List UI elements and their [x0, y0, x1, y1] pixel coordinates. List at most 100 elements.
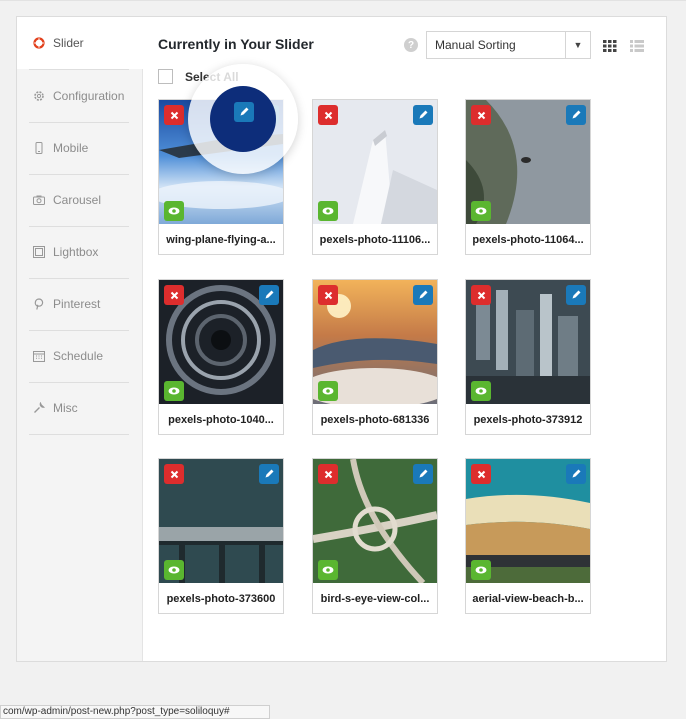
sidebar-item-label: Pinterest	[53, 297, 101, 311]
eye-icon	[475, 387, 487, 395]
sort-select-value: Manual Sorting	[435, 38, 516, 52]
view-image-button[interactable]	[318, 201, 338, 221]
delete-image-button[interactable]	[318, 464, 338, 484]
sidebar-item-pinterest[interactable]: Pinterest	[17, 278, 142, 330]
image-card[interactable]: pexels-photo-1040...	[158, 279, 284, 435]
image-caption: bird-s-eye-view-col...	[320, 592, 430, 605]
delete-image-button[interactable]	[471, 285, 491, 305]
delete-image-button[interactable]	[471, 464, 491, 484]
sort-select[interactable]: Manual Sorting ▼	[426, 31, 591, 59]
eye-icon	[168, 566, 180, 574]
delete-image-button[interactable]	[471, 105, 491, 125]
image-caption: pexels-photo-11064...	[472, 233, 584, 246]
eye-icon	[168, 207, 180, 215]
close-icon	[477, 291, 485, 299]
delete-image-button[interactable]	[318, 285, 338, 305]
delete-image-button[interactable]	[318, 105, 338, 125]
image-caption: pexels-photo-11106...	[319, 233, 431, 246]
help-icon[interactable]: ?	[404, 38, 418, 52]
edit-image-button[interactable]	[566, 105, 586, 125]
wrench-icon	[33, 402, 45, 414]
view-image-button[interactable]	[164, 381, 184, 401]
list-view-icon[interactable]	[630, 39, 644, 57]
spotlight-thumbnail-crop	[210, 86, 276, 152]
sidebar-item-carousel[interactable]: Carousel	[17, 174, 142, 226]
eye-icon	[475, 207, 487, 215]
grid-view-icon[interactable]	[603, 39, 617, 57]
edit-image-button[interactable]	[234, 102, 254, 122]
pencil-icon	[419, 469, 428, 478]
view-image-button[interactable]	[471, 381, 491, 401]
sidebar-item-misc[interactable]: Misc	[17, 382, 142, 434]
sidebar-item-label: Carousel	[53, 193, 102, 207]
edit-image-button[interactable]	[413, 105, 433, 125]
image-caption: pexels-photo-681336	[320, 413, 430, 426]
image-caption: pexels-photo-1040...	[168, 413, 274, 426]
settings-sidebar: Slider Configuration Mobile Carousel Lig…	[17, 17, 143, 661]
sidebar-item-label: Lightbox	[53, 245, 99, 259]
sidebar-item-label: Misc	[53, 401, 78, 415]
image-card[interactable]: pexels-photo-11106...	[312, 99, 438, 255]
camera-icon	[33, 194, 45, 206]
edit-button-spotlight	[188, 64, 298, 174]
image-caption: pexels-photo-373600	[166, 592, 276, 605]
top-divider	[0, 0, 686, 1]
select-all-checkbox[interactable]	[158, 69, 173, 84]
sidebar-item-label: Configuration	[53, 89, 125, 103]
pencil-icon	[572, 290, 581, 299]
image-card[interactable]: bird-s-eye-view-col...	[312, 458, 438, 614]
image-caption: pexels-photo-373912	[473, 413, 583, 426]
page-title: Currently in Your Slider	[158, 36, 314, 52]
image-card[interactable]: pexels-photo-373600	[158, 458, 284, 614]
view-image-button[interactable]	[471, 560, 491, 580]
delete-image-button[interactable]	[164, 105, 184, 125]
phone-icon	[33, 142, 45, 154]
edit-image-button[interactable]	[566, 285, 586, 305]
image-card[interactable]: pexels-photo-11064...	[465, 99, 591, 255]
sidebar-item-mobile[interactable]: Mobile	[17, 122, 142, 174]
pencil-icon	[572, 469, 581, 478]
eye-icon	[168, 387, 180, 395]
view-image-button[interactable]	[164, 560, 184, 580]
close-icon	[170, 470, 178, 478]
close-icon	[477, 111, 485, 119]
close-icon	[477, 470, 485, 478]
lifebuoy-icon	[33, 37, 45, 49]
image-caption: wing-plane-flying-a...	[166, 233, 276, 246]
edit-image-button[interactable]	[259, 464, 279, 484]
sidebar-item-configuration[interactable]: Configuration	[17, 70, 142, 122]
pinterest-icon	[33, 298, 45, 310]
image-card[interactable]: pexels-photo-681336	[312, 279, 438, 435]
eye-icon	[322, 566, 334, 574]
eye-icon	[322, 207, 334, 215]
sidebar-item-schedule[interactable]: Schedule	[17, 330, 142, 382]
pencil-icon	[572, 110, 581, 119]
image-card[interactable]: aerial-view-beach-b...	[465, 458, 591, 614]
edit-image-button[interactable]	[413, 464, 433, 484]
pencil-icon	[265, 290, 274, 299]
close-icon	[170, 291, 178, 299]
sidebar-item-label: Mobile	[53, 141, 89, 155]
view-image-button[interactable]	[318, 381, 338, 401]
close-icon	[170, 111, 178, 119]
sidebar-divider	[29, 434, 129, 435]
eye-icon	[322, 387, 334, 395]
close-icon	[324, 111, 332, 119]
eye-icon	[475, 566, 487, 574]
view-image-button[interactable]	[318, 560, 338, 580]
edit-image-button[interactable]	[413, 285, 433, 305]
view-image-button[interactable]	[164, 201, 184, 221]
image-card[interactable]: pexels-photo-373912	[465, 279, 591, 435]
chevron-down-icon: ▼	[565, 32, 590, 58]
edit-image-button[interactable]	[259, 285, 279, 305]
edit-image-button[interactable]	[566, 464, 586, 484]
pencil-icon	[419, 290, 428, 299]
sidebar-item-lightbox[interactable]: Lightbox	[17, 226, 142, 278]
sidebar-item-slider[interactable]: Slider	[17, 17, 143, 69]
view-image-button[interactable]	[471, 201, 491, 221]
image-caption: aerial-view-beach-b...	[472, 592, 584, 605]
delete-image-button[interactable]	[164, 285, 184, 305]
gallery-icon	[33, 246, 45, 258]
delete-image-button[interactable]	[164, 464, 184, 484]
close-icon	[324, 291, 332, 299]
